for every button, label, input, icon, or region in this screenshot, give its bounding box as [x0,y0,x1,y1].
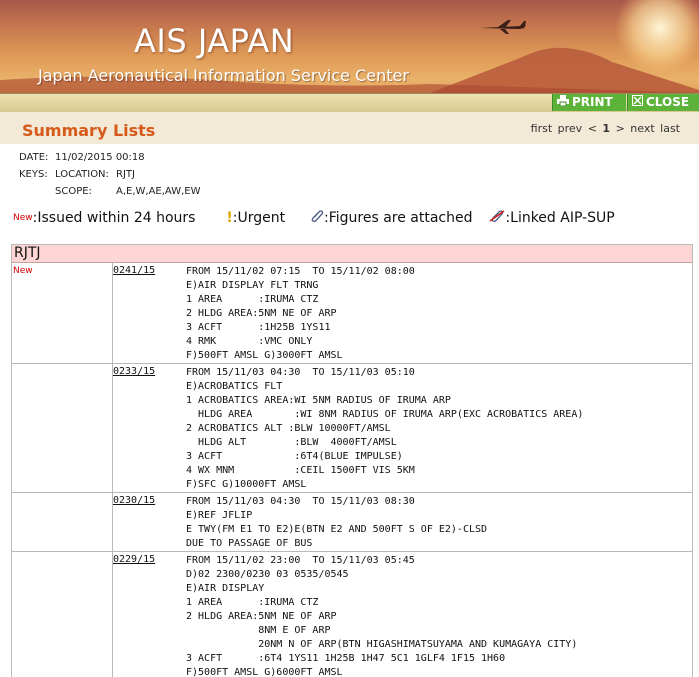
notam-line: F)SFC G)10000FT AMSL [186,479,307,490]
notam-line: E)AIR DISPLAY FLT TRNG [186,280,319,291]
notam-number-link[interactable]: 0229/15 [113,554,155,565]
notam-line: E)AIR DISPLAY [186,583,265,594]
legend-urgent-text: :Urgent [232,210,286,226]
close-button[interactable]: CLOSE [627,94,699,111]
close-label: CLOSE [646,95,690,109]
notam-line: FROM 15/11/02 07:15 TO 15/11/02 08:00 [186,266,415,277]
site-title: AIS JAPAN [134,22,295,60]
legend: New:Issued within 24 hours !:Urgent :Fig… [13,209,615,227]
legend-linked-text: :Linked AIP-SUP [505,210,615,226]
notam-text: FROM 15/11/02 23:00 TO 15/11/03 05:45 D)… [186,552,692,677]
notam-row: 0229/15 FROM 15/11/02 23:00 TO 15/11/03 … [12,552,692,677]
notam-line: E TWY(FM E1 TO E2)E(BTN E2 AND 500FT S O… [186,524,488,535]
notam-line: 4 RMK :VMC ONLY [186,336,313,347]
location-label: LOCATION: [55,169,109,180]
notam-line: 1 AREA :IRUMA CTZ [186,597,319,608]
notam-line: 1 ACROBATICS AREA:WI 5NM RADIUS OF IRUMA… [186,395,451,406]
notam-line: E)REF JFLIP [186,510,253,521]
location-header: RJTJ [12,245,692,263]
notam-line: 2 HLDG AREA:5NM NE OF ARP [186,611,337,622]
legend-new-text: :Issued within 24 hours [32,210,196,226]
notam-text: FROM 15/11/02 07:15 TO 15/11/02 08:00 E)… [186,263,692,363]
pager-prev-link[interactable]: prev [558,122,583,135]
page-title: Summary Lists [22,121,156,140]
notam-line: FROM 15/11/03 04:30 TO 15/11/03 08:30 [186,496,415,507]
pager-next-link[interactable]: next [630,122,654,135]
notam-line: FROM 15/11/02 23:00 TO 15/11/03 05:45 [186,555,415,566]
site-subtitle: Japan Aeronautical Information Service C… [38,66,409,85]
notam-line: 8NM E OF ARP [186,625,331,636]
pager-lt: < [587,122,597,135]
new-badge: New [13,266,33,276]
notam-line: FROM 15/11/03 04:30 TO 15/11/03 05:10 [186,367,415,378]
summary-bar: Summary Lists first prev < 1 > next last [0,112,699,144]
print-label: PRINT [572,95,613,109]
pager-last-link[interactable]: last [660,122,680,135]
keys-label: KEYS: [19,169,48,180]
notam-line: 20NM N OF ARP(BTN HIGASHIMATSUYAMA AND K… [186,639,578,650]
new-badge: New [13,213,33,223]
notam-line: D)02 2300/0230 03 0535/0545 [186,569,349,580]
pagination: first prev < 1 > next last [530,122,681,135]
notam-line: F)500FT AMSL G)3000FT AMSL [186,350,343,361]
notam-line: F)500FT AMSL G)6000FT AMSL [186,667,343,677]
date-label: DATE: [19,152,49,163]
scope-label: SCOPE: [55,186,92,197]
notam-number-link[interactable]: 0230/15 [113,495,155,506]
linked-clip-icon [489,209,505,227]
print-button[interactable]: PRINT [552,94,626,111]
notam-line: 1 AREA :IRUMA CTZ [186,294,319,305]
close-icon [632,94,643,111]
notam-row: 0230/15 FROM 15/11/03 04:30 TO 15/11/03 … [12,493,692,552]
notam-row: 0233/15 FROM 15/11/03 04:30 TO 15/11/03 … [12,364,692,493]
header-banner: AIS JAPAN Japan Aeronautical Information… [0,0,699,93]
airplane-icon [480,20,526,34]
notam-line: 3 ACFT :6T4 1YS11 1H25B 1H47 5C1 1GLF4 1… [186,653,506,664]
printer-icon [557,94,569,111]
notam-line: 3 ACFT :6T4(BLUE IMPULSE) [186,451,403,462]
legend-figures-text: :Figures are attached [324,210,473,226]
pager-first-link[interactable]: first [531,122,553,135]
notam-row: New 0241/15 FROM 15/11/02 07:15 TO 15/11… [12,263,692,364]
notam-line: 4 WX MNM :CEIL 1500FT VIS 5KM [186,465,415,476]
toolbar: PRINT CLOSE [0,93,699,113]
pager-current-page: 1 [602,122,611,135]
notam-line: 2 HLDG AREA:5NM NE OF ARP [186,308,337,319]
scope-value: A,E,W,AE,AW,EW [116,186,201,197]
notam-number-link[interactable]: 0233/15 [113,366,155,377]
notam-line: E)ACROBATICS FLT [186,381,283,392]
location-value: RJTJ [116,169,135,180]
date-value: 11/02/2015 00:18 [55,152,145,163]
notam-text: FROM 15/11/03 04:30 TO 15/11/03 08:30 E)… [186,493,692,551]
notam-table: RJTJ New 0241/15 FROM 15/11/02 07:15 TO … [11,244,693,677]
notam-line: HLDG ALT :BLW 4000FT/AMSL [186,437,397,448]
notam-text: FROM 15/11/03 04:30 TO 15/11/03 05:10 E)… [186,364,692,492]
notam-line: 3 ACFT :1H25B 1YS11 [186,322,331,333]
notam-line: DUE TO PASSAGE OF BUS [186,538,313,549]
notam-line: 2 ACROBATICS ALT :BLW 10000FT/AMSL [186,423,391,434]
pager-gt: > [615,122,625,135]
notam-line: HLDG AREA :WI 8NM RADIUS OF IRUMA ARP(EX… [186,409,584,420]
notam-number-link[interactable]: 0241/15 [113,265,155,276]
paperclip-icon [310,209,324,227]
